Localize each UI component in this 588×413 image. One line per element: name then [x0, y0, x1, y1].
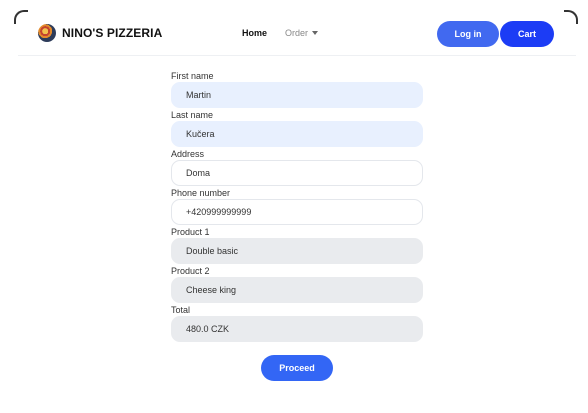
login-button[interactable]: Log in	[437, 21, 499, 47]
total-field: 480.0 CZK	[171, 316, 423, 342]
navbar: NINO'S PIZZERIA Home Order Log in Cart	[18, 14, 576, 56]
brand[interactable]: NINO'S PIZZERIA	[38, 24, 162, 42]
proceed-button[interactable]: Proceed	[261, 355, 333, 381]
first-name-label: First name	[171, 71, 214, 81]
product-2-label: Product 2	[171, 266, 210, 276]
first-name-field[interactable]: Martin	[171, 82, 423, 108]
address-field[interactable]: Doma	[171, 160, 423, 186]
address-label: Address	[171, 149, 205, 159]
last-name-field[interactable]: Kučera	[171, 121, 423, 147]
nav-order-label: Order	[285, 28, 309, 38]
last-name-label: Last name	[171, 110, 214, 120]
brand-name: NINO'S PIZZERIA	[62, 26, 163, 40]
product-1-label: Product 1	[171, 227, 210, 237]
chevron-down-icon	[312, 31, 319, 35]
nav-home-link[interactable]: Home	[242, 28, 267, 38]
main-nav: Home Order	[242, 28, 319, 38]
nav-order-dropdown[interactable]: Order	[285, 28, 319, 38]
total-label: Total	[171, 305, 191, 315]
phone-field[interactable]: +420999999999	[171, 199, 423, 225]
pizza-logo-icon	[38, 24, 56, 42]
order-form: First name Martin Last name Kučera Addre…	[171, 71, 423, 344]
phone-label: Phone number	[171, 188, 231, 198]
cart-button[interactable]: Cart	[500, 21, 554, 47]
product-2-field: Cheese king	[171, 277, 423, 303]
product-1-field: Double basic	[171, 238, 423, 264]
